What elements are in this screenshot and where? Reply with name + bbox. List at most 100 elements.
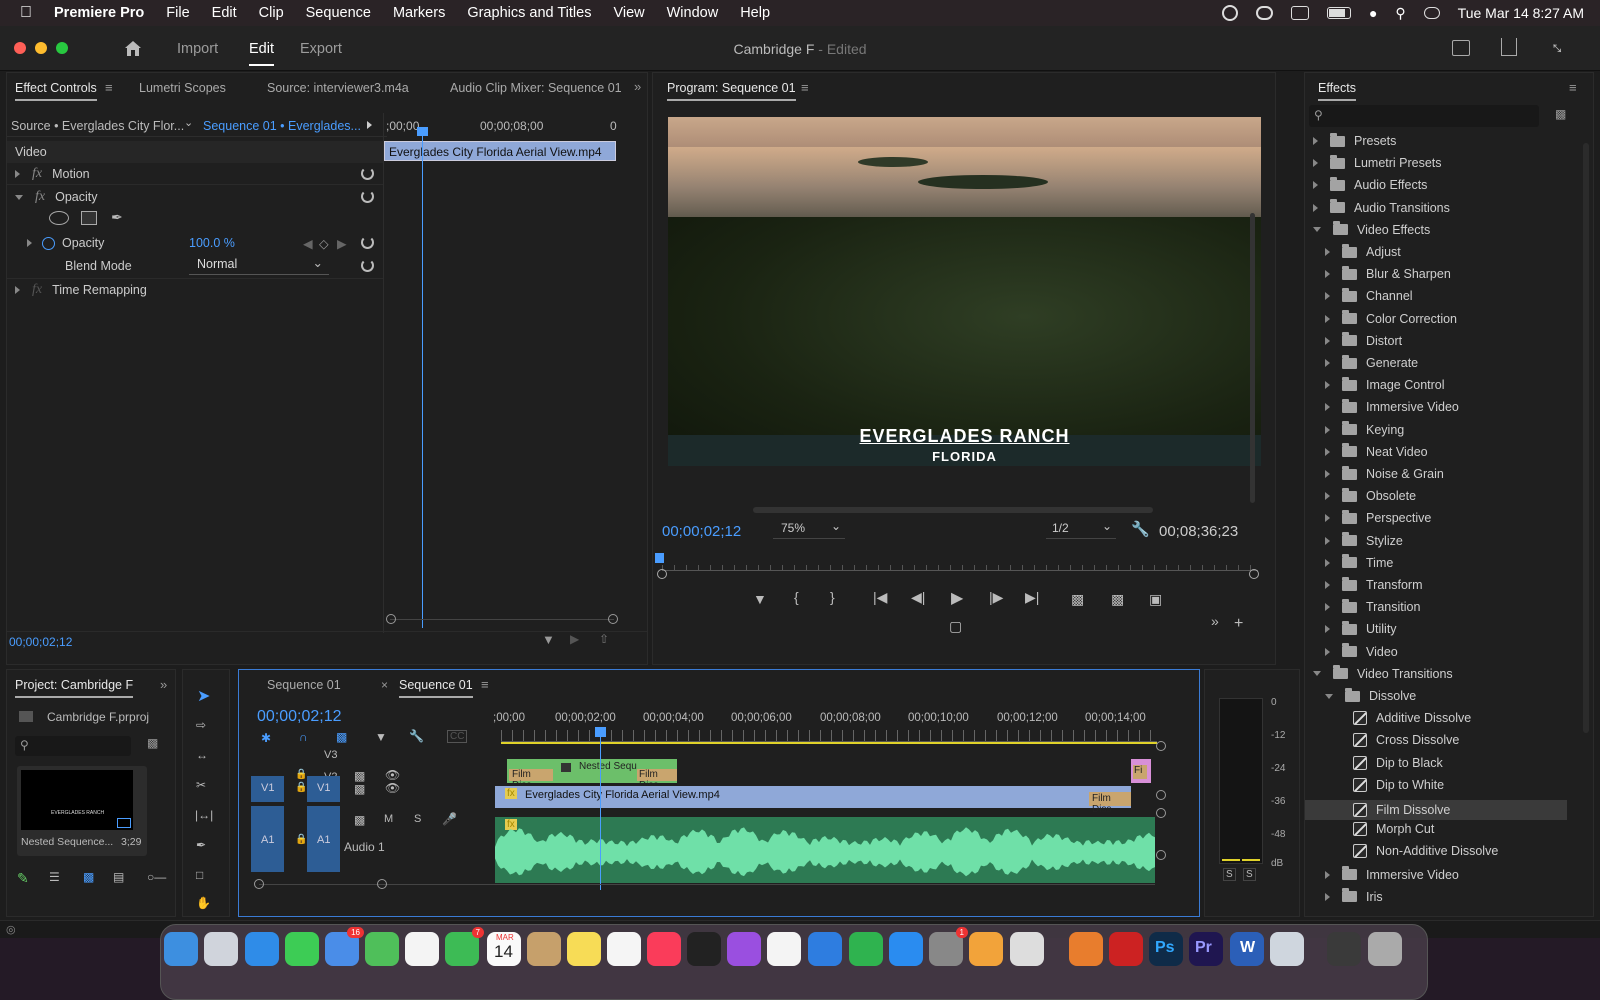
ec-mini-timeline[interactable]: ;00;00 00;00;08;00 0 Everglades City Flo…: [383, 113, 645, 633]
prev-keyframe-icon[interactable]: ◀: [303, 236, 313, 251]
effect-opacity[interactable]: fx Opacity: [7, 186, 383, 208]
preview-icon[interactable]: [1270, 932, 1304, 966]
ec-playhead[interactable]: [422, 133, 423, 628]
step-back-icon[interactable]: ◀|: [911, 589, 925, 606]
v-scroll-handle[interactable]: [1156, 790, 1166, 800]
fx-icon[interactable]: fx: [32, 166, 42, 182]
lock-icon[interactable]: 🔒: [295, 769, 307, 780]
tab-effect-controls[interactable]: Effect Controls: [15, 81, 97, 101]
pencil-icon[interactable]: ✎: [17, 870, 29, 887]
track-v1-target[interactable]: V1: [307, 776, 340, 802]
sync-lock-icon[interactable]: ▩: [354, 813, 365, 827]
rectangle-tool-icon[interactable]: □: [196, 868, 203, 882]
resolution-dropdown[interactable]: 1/2 ⌄: [1046, 519, 1116, 539]
expand-time-remap-icon[interactable]: [15, 285, 20, 294]
icon-view-icon[interactable]: ▩: [83, 870, 94, 884]
chevron-down-icon[interactable]: ⌄: [184, 116, 193, 129]
expand-icon[interactable]: [1325, 336, 1330, 345]
play-icon[interactable]: ▶: [951, 588, 963, 608]
panel-menu-icon[interactable]: ≡: [801, 80, 809, 95]
button-editor-icon[interactable]: »: [1211, 613, 1219, 629]
tab-audio-clip-mixer[interactable]: Audio Clip Mixer: Sequence 01: [450, 81, 622, 95]
video-effects-folder-10[interactable]: Noise & Grain: [1325, 465, 1444, 481]
video-effects-folder-12[interactable]: Perspective: [1325, 509, 1431, 525]
solo-button[interactable]: S: [414, 813, 421, 825]
safari-icon[interactable]: [245, 932, 279, 966]
go-to-out-icon[interactable]: ▶|: [1025, 589, 1039, 606]
ruler-zoom-handle-left[interactable]: [657, 569, 667, 579]
video-effects-folder-8[interactable]: Keying: [1325, 421, 1404, 437]
clip-v1-main[interactable]: fx Everglades City Florida Aerial View.m…: [495, 786, 1131, 815]
collapse-icon[interactable]: [1325, 693, 1333, 699]
menu-sequence[interactable]: Sequence: [306, 5, 371, 21]
video-effects-folder-1[interactable]: Blur & Sharpen: [1325, 265, 1451, 281]
more-tabs-icon[interactable]: »: [160, 677, 167, 692]
effects-folder-2[interactable]: Audio Effects: [1313, 176, 1427, 192]
menu-file[interactable]: File: [166, 5, 189, 21]
clip-v2-transition-a[interactable]: Film Diss: [507, 759, 557, 791]
blender-icon[interactable]: [1069, 932, 1103, 966]
video-effects-folder-7[interactable]: Immersive Video: [1325, 398, 1459, 414]
wifi-icon[interactable]: ●: [1369, 5, 1377, 21]
timeline-playhead[interactable]: [600, 730, 601, 890]
expand-icon[interactable]: [1325, 470, 1330, 478]
add-keyframe-icon[interactable]: ◇: [319, 236, 329, 251]
play-audio-icon[interactable]: ▶: [570, 632, 579, 646]
video-effects-folder-18[interactable]: Video: [1325, 643, 1398, 659]
tab-effects[interactable]: Effects: [1318, 81, 1356, 101]
tab-program[interactable]: Program: Sequence 01: [667, 81, 796, 101]
sync-lock-icon[interactable]: ▩: [354, 782, 365, 796]
monitor-playhead[interactable]: [655, 553, 664, 563]
expand-icon[interactable]: [1325, 581, 1330, 589]
blend-mode-dropdown[interactable]: Normal ⌄: [189, 256, 329, 275]
video-effects-folder-11[interactable]: Obsolete: [1325, 487, 1416, 503]
nest-toggle-icon[interactable]: ✱: [261, 731, 271, 745]
v-scroll-handle[interactable]: [1156, 741, 1166, 751]
microphone-icon[interactable]: 🎤: [442, 812, 457, 826]
effect-motion[interactable]: fx Motion: [7, 163, 383, 185]
app-store-icon[interactable]: [889, 932, 923, 966]
expand-icon[interactable]: [1313, 181, 1318, 190]
contacts-icon[interactable]: [527, 932, 561, 966]
expand-motion-icon[interactable]: [15, 169, 20, 178]
eye-icon[interactable]: 👁: [385, 781, 400, 795]
export-frame-icon[interactable]: ⇧: [599, 632, 609, 646]
expand-icon[interactable]: [1325, 314, 1330, 323]
settings-wrench-icon[interactable]: 🔧: [409, 729, 424, 743]
dissolve-item-1[interactable]: Cross Dissolve: [1353, 733, 1459, 748]
timeline-timecode[interactable]: 00;00;02;12: [257, 708, 342, 726]
dissolve-item-6[interactable]: Non-Additive Dissolve: [1353, 844, 1498, 859]
selection-tool-icon[interactable]: ➤: [197, 686, 210, 706]
fx-icon[interactable]: fx: [32, 282, 42, 298]
add-marker-icon[interactable]: ▼: [375, 730, 387, 744]
pages-icon[interactable]: [969, 932, 1003, 966]
control-center-icon[interactable]: [1423, 7, 1440, 19]
expand-opacity-icon[interactable]: [27, 239, 32, 247]
clip-nested-sequence[interactable]: Nested Sequ Film Diss: [557, 759, 677, 791]
add-button-icon[interactable]: +: [1234, 615, 1243, 633]
expand-icon[interactable]: [1325, 270, 1330, 279]
clip-v2-end[interactable]: Fi: [1131, 759, 1151, 783]
timeline-playhead-handle[interactable]: [595, 727, 606, 737]
facetime-icon[interactable]: 7: [445, 927, 484, 966]
video-effects-folder-3[interactable]: Color Correction: [1325, 310, 1457, 326]
comparison-view-icon[interactable]: ▢: [949, 618, 962, 635]
timeline-h-scrollbar[interactable]: [259, 884, 1155, 885]
play-only-audio-icon[interactable]: [367, 118, 372, 132]
tab-lumetri-scopes[interactable]: Lumetri Scopes: [139, 81, 226, 95]
wrench-icon[interactable]: 🔧: [1131, 520, 1150, 538]
video-effects-folder-14[interactable]: Time: [1325, 554, 1393, 570]
opacity-value[interactable]: 100.0 %: [189, 236, 235, 250]
sequence-clip-label[interactable]: Sequence 01 • Everglades...: [203, 119, 361, 133]
menu-window[interactable]: Window: [667, 5, 719, 21]
app-menu[interactable]: Premiere Pro: [54, 5, 144, 21]
effects-after-folder-1[interactable]: Iris: [1325, 888, 1383, 904]
collapse-icon[interactable]: [1313, 227, 1321, 233]
sync-lock-icon[interactable]: ▩: [354, 769, 365, 783]
creative-cloud-icon[interactable]: [1255, 6, 1273, 20]
effect-time-remapping[interactable]: fx Time Remapping: [7, 278, 383, 300]
video-transitions-folder[interactable]: Video Transitions: [1313, 665, 1453, 681]
next-keyframe-icon[interactable]: ▶: [337, 236, 347, 251]
photoshop-icon[interactable]: Ps: [1149, 932, 1183, 966]
lift-icon[interactable]: ▩: [1071, 591, 1084, 608]
